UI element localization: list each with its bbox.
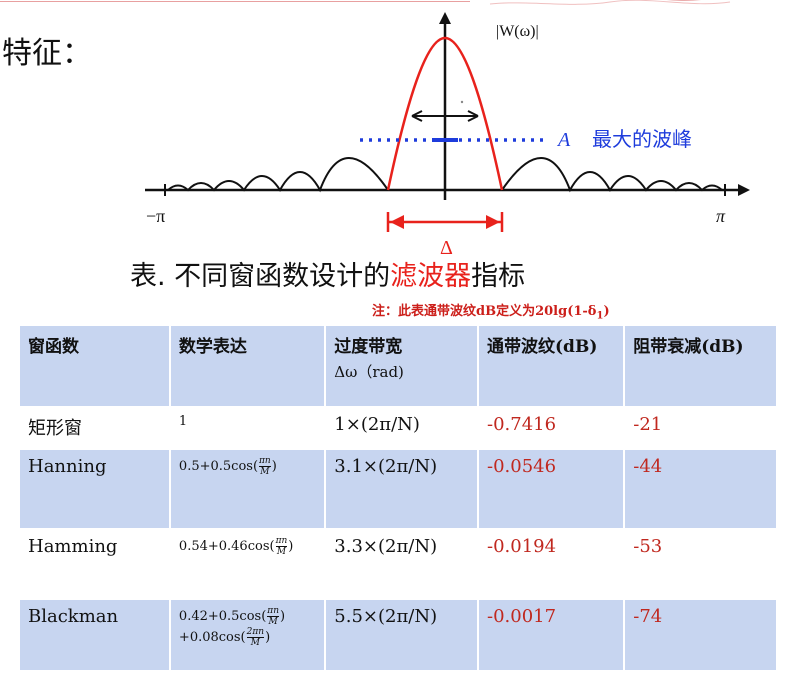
- table-note: 注：此表通带波纹dB定义为20lg(1-δ1): [372, 304, 610, 322]
- passband-ripple: -0.0546: [479, 450, 624, 528]
- window-name: Blackman: [20, 600, 169, 670]
- x-axis-arrow-icon: [738, 184, 750, 196]
- window-name: Hanning: [20, 450, 169, 528]
- stopband-attenuation: -74: [625, 600, 776, 670]
- transition-width: 1×(2π/N): [334, 414, 420, 435]
- passband-ripple: -0.7416: [487, 414, 557, 435]
- stopband-attenuation: -53: [633, 536, 663, 557]
- peak-symbol: A: [556, 129, 571, 151]
- passband-ripple: -0.0194: [487, 536, 557, 557]
- transition-width: 3.1×(2π/N): [326, 450, 478, 528]
- header-passband-ripple: 通带波纹(dB): [479, 326, 624, 406]
- table-header-row: 窗函数 数学表达 过度带宽 Δω（rad) 通带波纹(dB) 阻带衰减(dB): [20, 326, 776, 406]
- transition-width: 3.3×(2π/N): [334, 536, 438, 557]
- window-function-table: 窗函数 数学表达 过度带宽 Δω（rad) 通带波纹(dB) 阻带衰减(dB) 矩…: [18, 324, 778, 672]
- y-axis-label: |W(ω)|: [496, 23, 539, 40]
- left-sidelobes: [167, 157, 389, 193]
- stopband-attenuation: -21: [633, 414, 663, 435]
- window-name: Hamming: [28, 536, 118, 557]
- x-left-label: −π: [146, 206, 165, 226]
- window-expression: 1: [178, 414, 188, 429]
- header-transition-width: 过度带宽 Δω（rad): [326, 326, 478, 406]
- table-row: Hanning 0.5+0.5cos(πn M) 3.1×(2π/N) -0.05…: [20, 450, 776, 528]
- table-row: Hamming 0.54+0.46cos(πn M) 3.3×(2π/N) -0.…: [20, 530, 776, 598]
- x-right-label: π: [716, 206, 726, 226]
- window-expression: 0.42+0.5cos(πn M) +0.08cos(2πn M): [170, 600, 325, 670]
- transition-width: 5.5×(2π/N): [326, 600, 478, 670]
- right-sidelobes: [501, 157, 723, 193]
- table-caption: 表. 不同窗函数设计的滤波器指标: [130, 261, 526, 292]
- window-expression: 0.5+0.5cos(πn M): [170, 450, 325, 528]
- y-axis-arrow-icon: [439, 12, 451, 24]
- window-expression: 0.54+0.46cos(πn M): [178, 536, 294, 557]
- window-spectrum-figure: |W(ω)| −π π Δ A 最大的波峰: [145, 12, 750, 259]
- window-name: 矩形窗: [28, 418, 82, 439]
- header-stopband-attenuation: 阻带衰减(dB): [625, 326, 776, 406]
- stopband-attenuation: -44: [625, 450, 776, 528]
- table-row: Blackman 0.42+0.5cos(πn M) +0.08cos(2πn M) …: [20, 600, 776, 670]
- peak-label: 最大的波峰: [592, 127, 692, 151]
- passband-ripple: -0.0017: [479, 600, 624, 670]
- header-expression: 数学表达: [170, 326, 325, 406]
- header-window: 窗函数: [20, 326, 169, 406]
- table-row: 矩形窗 1 1×(2π/N) -0.7416 -21: [20, 408, 776, 448]
